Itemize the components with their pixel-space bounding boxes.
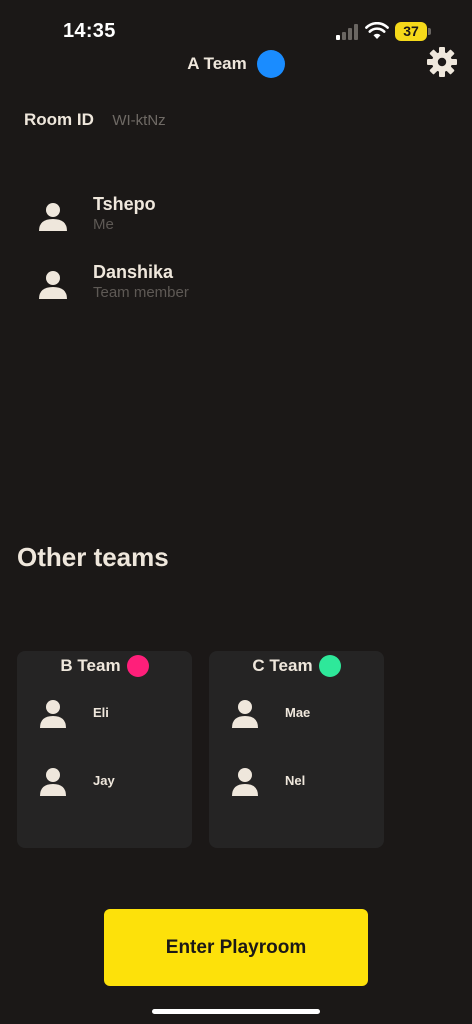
card-member-name: Mae bbox=[285, 705, 311, 720]
member-item: Tshepo Me bbox=[38, 194, 338, 244]
team-title: A Team bbox=[187, 54, 247, 73]
member-item: Danshika Team member bbox=[38, 262, 338, 312]
card-member-name: Nel bbox=[285, 773, 306, 788]
member-name: Tshepo bbox=[93, 194, 156, 214]
team-card-b: B Team Eli Jay bbox=[17, 651, 192, 848]
room-id-value: WI-ktNz bbox=[112, 112, 166, 129]
home-indicator[interactable] bbox=[152, 1009, 320, 1014]
team-color-dot bbox=[126, 655, 149, 677]
person-icon bbox=[232, 700, 258, 728]
wifi-icon bbox=[365, 22, 389, 39]
cellular-signal-icon bbox=[336, 24, 360, 40]
member-role: Team member bbox=[93, 284, 189, 301]
member-name: Danshika bbox=[93, 262, 174, 282]
team-card-name: C Team bbox=[252, 656, 313, 675]
card-member-name: Jay bbox=[93, 773, 115, 788]
battery-level: 37 bbox=[395, 22, 427, 41]
battery-icon: 37 bbox=[395, 22, 431, 41]
gear-icon[interactable] bbox=[426, 46, 458, 78]
status-time: 14:35 bbox=[63, 20, 116, 42]
person-icon bbox=[39, 271, 67, 299]
team-card-name: B Team bbox=[60, 656, 121, 675]
enter-playroom-button[interactable]: Enter Playroom bbox=[104, 909, 368, 986]
person-icon bbox=[40, 700, 66, 728]
card-member-item: Nel bbox=[231, 767, 371, 799]
card-member-item: Eli bbox=[39, 699, 179, 731]
team-color-dot bbox=[318, 655, 341, 677]
card-member-name: Eli bbox=[93, 705, 109, 720]
card-member-item: Mae bbox=[231, 699, 371, 731]
person-icon bbox=[40, 768, 66, 796]
card-member-item: Jay bbox=[39, 767, 179, 799]
team-color-dot bbox=[256, 50, 285, 78]
header: A Team bbox=[0, 44, 472, 88]
room-id-row: Room ID WI-ktNz bbox=[24, 110, 166, 130]
person-icon bbox=[39, 203, 67, 231]
team-card-c: C Team Mae Nel bbox=[209, 651, 384, 848]
member-role: Me bbox=[93, 216, 114, 233]
other-teams-heading: Other teams bbox=[17, 542, 169, 572]
room-id-label: Room ID bbox=[24, 110, 94, 129]
person-icon bbox=[232, 768, 258, 796]
